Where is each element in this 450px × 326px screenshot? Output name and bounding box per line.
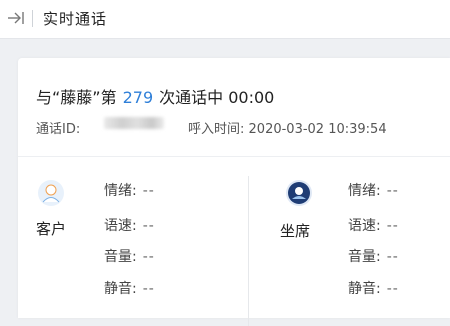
back-icon[interactable]	[6, 8, 26, 28]
agent-speed: 语速: --	[348, 215, 399, 235]
stat-label: 静音:	[104, 281, 137, 297]
customer-volume: 音量: --	[104, 246, 155, 266]
section-divider	[18, 156, 450, 157]
call-title-suffix: 次通话中	[159, 88, 224, 107]
stat-value: --	[142, 218, 155, 234]
call-duration: 00:00	[228, 88, 275, 107]
call-title-prefix: 与“藤藤”第	[36, 88, 117, 107]
stat-label: 音量:	[104, 249, 137, 265]
agent-volume: 音量: --	[348, 246, 399, 266]
agent-avatar-icon	[286, 180, 312, 206]
call-title: 与“藤藤”第 279 次通话中 00:00	[36, 84, 274, 108]
column-divider	[248, 176, 249, 326]
call-id-redacted	[104, 117, 164, 129]
incoming-time: 呼入时间: 2020-03-02 10:39:54	[188, 118, 387, 137]
stat-label: 情绪:	[348, 183, 381, 199]
call-count: 279	[122, 88, 154, 107]
stat-value: --	[386, 249, 399, 265]
stat-label: 静音:	[348, 281, 381, 297]
customer-avatar-icon	[38, 180, 64, 206]
stat-value: --	[386, 281, 399, 297]
page-title: 实时通话	[43, 10, 108, 28]
call-id-label: 通话ID:	[36, 122, 81, 137]
agent-silence: 静音: --	[348, 278, 399, 298]
stat-value: --	[386, 183, 399, 199]
incoming-time-label: 呼入时间:	[188, 122, 245, 137]
stat-label: 音量:	[348, 249, 381, 265]
stat-value: --	[386, 218, 399, 234]
stat-value: --	[142, 183, 155, 199]
customer-speed: 语速: --	[104, 215, 155, 235]
agent-label: 坐席	[280, 222, 311, 240]
stat-label: 语速:	[348, 218, 381, 234]
stat-value: --	[142, 281, 155, 297]
incoming-time-value: 2020-03-02 10:39:54	[248, 122, 387, 137]
customer-label: 客户	[36, 220, 67, 238]
header-divider	[32, 10, 33, 27]
stat-value: --	[142, 249, 155, 265]
stat-label: 情绪:	[104, 183, 137, 199]
call-card: 与“藤藤”第 279 次通话中 00:00 通话ID: 呼入时间: 2020-03-…	[18, 58, 450, 326]
agent-emotion: 情绪: --	[348, 180, 399, 200]
stat-label: 语速:	[104, 218, 137, 234]
customer-silence: 静音: --	[104, 278, 155, 298]
top-bar: 实时通话	[0, 0, 450, 39]
customer-emotion: 情绪: --	[104, 180, 155, 200]
